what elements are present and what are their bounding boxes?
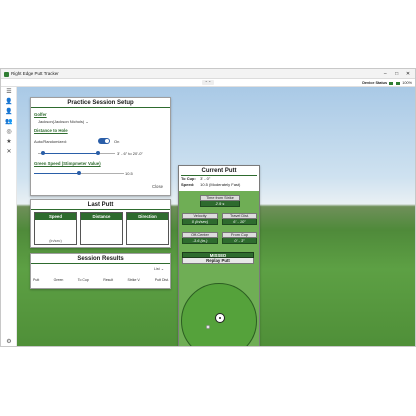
results-header-row: Putt Green To Cup Result Strike V. Putt … <box>33 278 169 282</box>
cup-icon <box>215 313 225 323</box>
person-add-icon[interactable]: 👤 <box>1 107 17 117</box>
green-speed-label: Green Speed (Stimpmeter Value) <box>34 161 101 166</box>
setup-title: Practice Session Setup <box>31 98 170 108</box>
to-cup-value: 3' - 0" <box>200 176 211 181</box>
last-putt-panel: Last Putt Speed (in/sec) Distance Direct… <box>30 199 171 248</box>
speed-header: Speed <box>35 213 76 220</box>
distance-header: Distance <box>81 213 122 220</box>
speed-value: 10.5 (Moderately Fast) <box>200 181 241 187</box>
column-header[interactable]: Putt Dist. <box>155 278 169 282</box>
chevron-down-icon: ⌄ <box>85 119 89 124</box>
distance-slider-fill <box>43 153 97 154</box>
toggle-state: On <box>114 139 120 144</box>
device-status: Device Status 100% <box>362 79 412 87</box>
golfer-dropdown[interactable]: Jackson(Jackson Nichols) ⌄ <box>38 119 89 124</box>
session-results-panel: Session Results List ⌄ Putt Green To Cup… <box>30 253 171 289</box>
close-button[interactable]: Close <box>152 184 163 189</box>
last-putt-title: Last Putt <box>31 200 170 210</box>
list-label: List <box>153 267 160 271</box>
person-icon[interactable]: 👤 <box>1 97 17 107</box>
green-speed-fill <box>34 173 79 174</box>
app-logo-icon <box>4 71 9 77</box>
auto-random-toggle[interactable] <box>98 138 110 144</box>
empty-area <box>0 347 416 416</box>
window-title: Right Edge Putt Tracker <box>11 71 59 76</box>
distance-slider-min-knob[interactable] <box>41 151 45 155</box>
direction-header: Direction <box>127 213 168 220</box>
close-window-button[interactable]: ✕ <box>403 69 413 79</box>
battery-icon <box>396 81 401 85</box>
sidebar: ☰ 👤 👤 👥 ◎ ★ ✕ ⚙ <box>1 87 17 346</box>
device-status-label: Device Status <box>362 81 388 85</box>
velocity-stat: Velocity 0 (in/sec) <box>182 213 218 225</box>
toolbar: ⌃⌃ Device Status 100% <box>1 79 415 87</box>
app-window: Right Edge Putt Tracker – □ ✕ ⌃⌃ Device … <box>0 68 416 347</box>
distance-box: Distance <box>80 212 123 245</box>
distance-range: 3' - 6" to 20'-0" <box>117 151 143 156</box>
time-value: 2.9 s <box>200 201 240 207</box>
title-bar: Right Edge Putt Tracker – □ ✕ <box>1 69 415 79</box>
auto-random-label: Auto/Randomized: <box>34 139 67 144</box>
from-cup-stat: From Cup 0' - 3" <box>222 232 257 244</box>
people-icon[interactable]: 👥 <box>1 117 17 127</box>
close-icon[interactable]: ✕ <box>1 147 17 157</box>
settings-gear-icon[interactable]: ⚙ <box>1 338 17 345</box>
green-speed-track[interactable] <box>79 173 124 174</box>
battery-level: 100% <box>402 81 412 85</box>
ball-marker <box>206 325 210 329</box>
speed-row: Speed: 10.5 (Moderately Fast) <box>181 182 257 188</box>
status-indicator-icon <box>389 81 394 85</box>
speed-box: Speed (in/sec) <box>34 212 77 245</box>
list-dropdown[interactable]: List ⌄ <box>154 266 164 271</box>
velocity-value: 0 (in/sec) <box>182 219 218 225</box>
session-results-title: Session Results <box>31 254 170 264</box>
travel-distance-stat: Travel Dist. 6' - 10" <box>222 213 257 225</box>
green-speed-value: 10.5 <box>125 171 133 176</box>
fromcup-value: 0' - 3" <box>222 238 257 244</box>
time-from-strike: Time from Strike 2.9 s <box>200 195 240 207</box>
star-icon[interactable]: ★ <box>1 137 17 147</box>
distance-label: Distance to Hole <box>34 128 68 133</box>
target-icon[interactable]: ◎ <box>1 127 17 137</box>
column-header[interactable]: Green <box>54 278 64 282</box>
direction-box: Direction <box>126 212 169 245</box>
putting-green-diagram <box>181 283 257 346</box>
travel-value: 6' - 10" <box>222 219 257 225</box>
minimize-button[interactable]: – <box>380 69 390 79</box>
green-speed-knob[interactable] <box>77 171 81 175</box>
column-header[interactable]: Result <box>103 278 113 282</box>
column-header[interactable]: Putt <box>33 278 39 282</box>
current-putt-header-area: Current Putt To Cup: 3' - 0" Speed: 10.5… <box>179 166 259 191</box>
column-header[interactable]: Strike V. <box>127 278 140 282</box>
practice-session-setup-panel: Practice Session Setup Golfer Jackson(Ja… <box>30 97 171 196</box>
off-center-stat: Off-Center -3.6 (in.) <box>182 232 218 244</box>
golf-course-background: Practice Session Setup Golfer Jackson(Ja… <box>17 87 415 346</box>
maximize-button[interactable]: □ <box>392 69 402 79</box>
replay-putt-button[interactable]: Replay Putt <box>182 258 254 264</box>
golfer-label: Golfer <box>34 112 47 117</box>
column-header[interactable]: To Cup <box>78 278 89 282</box>
speed-unit: (in/sec) <box>49 239 62 243</box>
offcenter-value: -3.6 (in.) <box>182 238 218 244</box>
distance-slider-max-knob[interactable] <box>96 151 100 155</box>
current-putt-title: Current Putt <box>181 166 257 176</box>
golfer-value: Jackson(Jackson Nichols) <box>38 119 85 124</box>
speed-label: Speed: <box>181 181 195 187</box>
chevron-down-icon: ⌄ <box>160 267 164 271</box>
menu-icon[interactable]: ☰ <box>1 87 17 97</box>
collapse-chevron-icon[interactable]: ⌃⌃ <box>202 80 214 85</box>
current-putt-panel: Current Putt To Cup: 3' - 0" Speed: 10.5… <box>178 165 260 346</box>
